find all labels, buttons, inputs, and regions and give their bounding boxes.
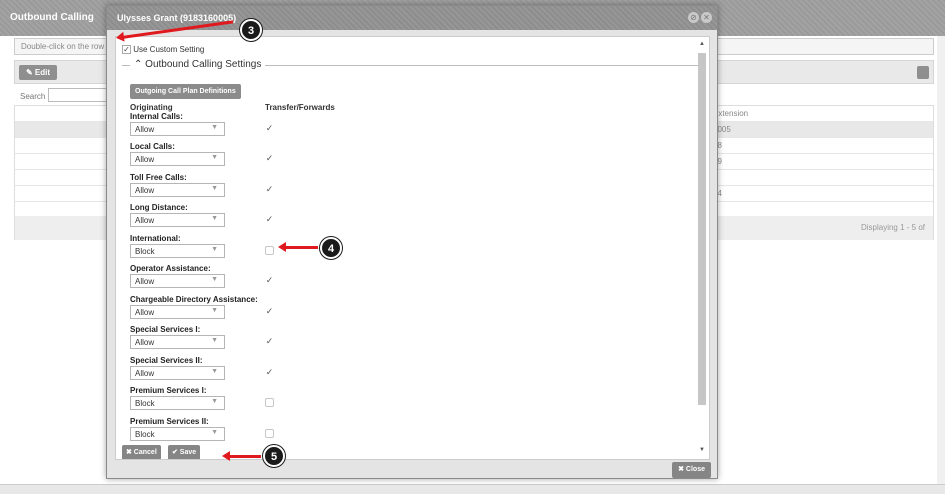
scroll-up-icon[interactable]: ▲	[697, 41, 707, 51]
toll-free-transfer-checkbox[interactable]: ✓	[265, 185, 274, 194]
special-services-2-transfer-checkbox[interactable]: ✓	[265, 368, 274, 377]
premium-services-1-select[interactable]: Block ▼	[130, 396, 225, 410]
local-calls-transfer-checkbox[interactable]: ✓	[265, 154, 274, 163]
premium-services-1-transfer-checkbox[interactable]	[265, 398, 274, 407]
scroll-thumb[interactable]	[698, 53, 706, 405]
page-vertical-scrollbar[interactable]	[937, 36, 945, 486]
use-custom-setting[interactable]: ✓ Use Custom Setting	[122, 45, 205, 55]
operator-assistance-transfer-checkbox[interactable]: ✓	[265, 276, 274, 285]
local-calls-select[interactable]: Allow ▼	[130, 152, 225, 166]
annotation-arrow-5	[222, 451, 261, 461]
directory-assistance-transfer-checkbox[interactable]: ✓	[265, 307, 274, 316]
use-custom-label: Use Custom Setting	[133, 45, 205, 54]
international-select[interactable]: Block ▼	[130, 244, 225, 258]
internal-calls-label: Internal Calls:	[130, 112, 183, 121]
annotation-arrow-4	[278, 242, 318, 252]
dialog-body: ✓ Use Custom Setting ⌃ Outbound Calling …	[115, 36, 710, 460]
special-services-1-label: Special Services I:	[130, 325, 201, 334]
directory-assistance-select[interactable]: Allow ▼	[130, 305, 225, 319]
extension-cell: 18	[713, 138, 913, 150]
fieldset-legend[interactable]: ⌃ Outbound Calling Settings	[130, 59, 266, 70]
premium-services-2-label: Premium Services II:	[130, 417, 209, 426]
local-calls-label: Local Calls:	[130, 142, 175, 151]
paging-info: Displaying 1 - 5 of	[860, 223, 925, 232]
special-services-1-select[interactable]: Allow ▼	[130, 335, 225, 349]
operator-assistance-select[interactable]: Allow ▼	[130, 274, 225, 288]
long-distance-select[interactable]: Allow ▼	[130, 213, 225, 227]
cancel-button[interactable]: ✖ Cancel	[122, 445, 161, 459]
extension-cell: 2	[713, 170, 913, 182]
special-services-2-label: Special Services II:	[130, 356, 203, 365]
custom-setting-dialog: Ulysses Grant (9183160005) ⊘ ✕ ✓ Use Cus…	[106, 5, 718, 479]
grid-header-extension[interactable]: Extension	[713, 106, 913, 118]
premium-services-2-transfer-checkbox[interactable]	[265, 429, 274, 438]
annotation-badge-4: 4	[320, 237, 342, 259]
print-icon[interactable]	[917, 66, 929, 79]
transfer-forwards-header: Transfer/Forwards	[265, 103, 335, 112]
operator-assistance-label: Operator Assistance:	[130, 264, 211, 273]
international-transfer-checkbox[interactable]	[265, 246, 274, 255]
internal-calls-transfer-checkbox[interactable]: ✓	[265, 124, 274, 133]
use-custom-checkbox[interactable]: ✓	[122, 45, 131, 55]
long-distance-transfer-checkbox[interactable]: ✓	[265, 215, 274, 224]
extension-cell: 5005	[713, 125, 731, 134]
premium-services-1-label: Premium Services I:	[130, 386, 207, 395]
call-plan-definitions-button[interactable]: Outgoing Call Plan Definitions	[130, 84, 241, 99]
collapse-icon[interactable]: ⌃	[134, 59, 142, 70]
directory-assistance-label: Chargeable Directory Assistance:	[130, 295, 258, 304]
page-horizontal-scrollbar[interactable]	[0, 484, 945, 494]
app-title: Outbound Calling	[10, 12, 94, 23]
toll-free-label: Toll Free Calls:	[130, 173, 187, 182]
long-distance-label: Long Distance:	[130, 203, 188, 212]
scroll-down-icon[interactable]: ▼	[697, 447, 707, 457]
outbound-settings-fieldset: ⌃ Outbound Calling Settings	[122, 59, 698, 70]
search-input[interactable]	[48, 88, 108, 102]
legend-label: Outbound Calling Settings	[145, 59, 262, 70]
dialog-close-button[interactable]: ✖ Close	[672, 462, 711, 478]
premium-services-2-select[interactable]: Block ▼	[130, 427, 225, 441]
extension-cell: 14	[713, 186, 913, 198]
originating-header: Originating	[130, 103, 173, 112]
extension-cell: 19	[713, 154, 913, 166]
minimize-icon[interactable]: ⊘	[688, 12, 699, 23]
special-services-1-transfer-checkbox[interactable]: ✓	[265, 337, 274, 346]
special-services-2-select[interactable]: Allow ▼	[130, 366, 225, 380]
close-icon[interactable]: ✕	[701, 12, 712, 23]
international-label: International:	[130, 234, 181, 243]
toll-free-select[interactable]: Allow ▼	[130, 183, 225, 197]
annotation-badge-5: 5	[263, 445, 285, 467]
internal-calls-select[interactable]: Allow ▼	[130, 122, 225, 136]
dialog-vertical-scrollbar[interactable]: ▲ ▼	[697, 41, 707, 457]
edit-button[interactable]: ✎ Edit	[19, 65, 57, 80]
annotation-badge-3: 3	[240, 19, 262, 41]
search-label: Search	[20, 92, 46, 101]
save-button[interactable]: ✔ Save	[168, 445, 201, 459]
